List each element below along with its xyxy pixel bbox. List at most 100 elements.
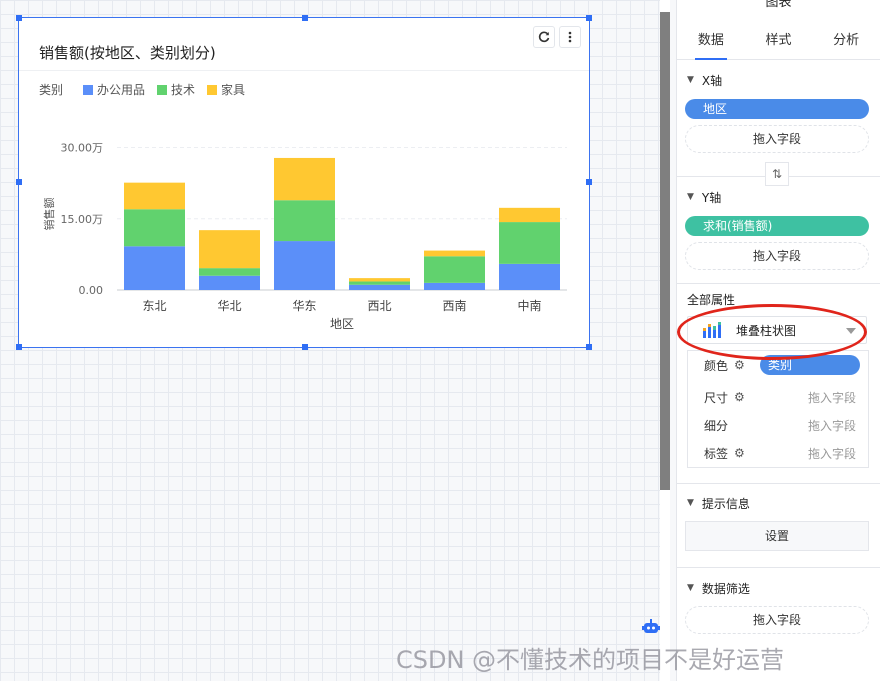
- bar-segment: [499, 207, 560, 223]
- gear-icon[interactable]: ⚙: [734, 446, 745, 460]
- y-axis-header[interactable]: ▼ Y轴: [677, 185, 880, 209]
- bar-segment: [124, 209, 185, 247]
- prop-row-label[interactable]: 标签 ⚙ 拖入字段: [704, 443, 864, 463]
- chevron-down-icon: ▼: [687, 192, 694, 202]
- bar-segment: [424, 282, 485, 290]
- watermark: CSDN @不懂技术的项目不是好运营: [396, 646, 785, 674]
- prop-label: 颜色: [704, 358, 729, 373]
- bar-segment: [349, 278, 410, 282]
- drop-hint: 拖入字段: [807, 390, 856, 405]
- prop-label: 标签: [704, 446, 729, 461]
- chevron-down-icon: ▼: [687, 583, 694, 593]
- drop-hint: 拖入字段: [807, 446, 856, 461]
- divider: [677, 567, 880, 568]
- legend-swatch: [157, 84, 168, 95]
- bar-segment: [424, 250, 485, 257]
- bar-segment: [349, 281, 410, 285]
- panel-tabs: 数据 样式 分析: [677, 22, 880, 60]
- x-tick-label: 华北: [217, 299, 241, 313]
- bar-segment: [199, 268, 260, 276]
- chevron-down-icon: ▼: [687, 498, 694, 508]
- legend-swatch: [207, 84, 218, 95]
- divider: [677, 283, 880, 284]
- bar-segment: [499, 222, 560, 264]
- legend-swatch: [83, 84, 94, 95]
- y-axis-title: 销售额: [42, 198, 56, 231]
- bar-segment: [349, 284, 410, 290]
- props-box: 颜色 ⚙ 类别 尺寸 ⚙ 拖入字段 细分 拖入字段 标签 ⚙ 拖入字段: [687, 350, 869, 468]
- refresh-icon[interactable]: [533, 26, 555, 48]
- more-vertical-icon[interactable]: [559, 26, 581, 48]
- y-tick-label: 15.00万: [61, 213, 104, 226]
- x-axis-section: ▼ X轴: [677, 68, 880, 92]
- x-tick-label: 华东: [292, 299, 316, 313]
- chart-widget[interactable]: 销售额(按地区、类别划分) 类别 办公用品 技术 家具 0.00 15.00万 30…: [16, 15, 592, 350]
- y-axis-field-pill[interactable]: 求和(销售额): [685, 216, 869, 236]
- robot-icon[interactable]: [640, 616, 662, 638]
- x-axis-header[interactable]: ▼ X轴: [677, 68, 880, 92]
- canvas-scrollbar[interactable]: [660, 12, 670, 490]
- red-highlight-ellipse: [677, 304, 867, 360]
- gear-icon[interactable]: ⚙: [734, 390, 745, 404]
- prop-row-detail[interactable]: 细分 拖入字段: [704, 415, 864, 435]
- y-tick-label: 0.00: [79, 284, 104, 297]
- x-tick-label: 中南: [517, 298, 541, 313]
- tooltip-label: 提示信息: [701, 496, 750, 511]
- chevron-down-icon: ▼: [687, 75, 694, 85]
- bar-segment: [124, 246, 185, 290]
- stacked-bar-chart: 0.00 15.00万 30.00万销售额东北 华北 华东 西北 西南 中南地区: [42, 142, 567, 331]
- tooltip-settings-button[interactable]: 设置: [685, 521, 869, 551]
- divider: [677, 483, 880, 484]
- bar-segment: [124, 182, 185, 210]
- resize-handle-tr[interactable]: [586, 15, 592, 21]
- chart-legend: 类别 办公用品 技术 家具: [39, 81, 257, 98]
- legend-label: 技术: [171, 83, 196, 97]
- resize-handle-br[interactable]: [586, 344, 592, 350]
- x-axis-title: 地区: [330, 317, 354, 331]
- prop-label: 尺寸: [704, 390, 729, 405]
- legend-item[interactable]: 技术: [157, 81, 195, 98]
- legend-title: 类别: [39, 83, 64, 97]
- y-tick-label: 30.00万: [61, 142, 104, 155]
- swap-vertical-icon[interactable]: ⇅: [765, 162, 789, 186]
- resize-handle-bm[interactable]: [302, 344, 308, 350]
- y-axis-label: Y轴: [701, 190, 722, 205]
- y-axis-drop-zone[interactable]: 拖入字段: [685, 242, 869, 270]
- filter-label: 数据筛选: [701, 581, 750, 596]
- panel-title: 图表: [765, 0, 792, 10]
- bar-segment: [274, 200, 335, 242]
- prop-label: 细分: [704, 418, 729, 433]
- y-axis-section: ▼ Y轴: [677, 185, 880, 209]
- resize-handle-tm[interactable]: [302, 15, 308, 21]
- tooltip-header[interactable]: ▼ 提示信息: [677, 491, 880, 515]
- bar-segment: [199, 230, 260, 269]
- filter-header[interactable]: ▼ 数据筛选: [677, 576, 880, 600]
- tab-data[interactable]: 数据: [677, 22, 745, 60]
- x-axis-label: X轴: [701, 73, 723, 88]
- legend-label: 办公用品: [97, 83, 146, 97]
- bar-segment: [499, 263, 560, 290]
- x-tick-label: 东北: [142, 299, 166, 313]
- x-tick-label: 西北: [367, 299, 391, 313]
- title-divider: [19, 70, 589, 71]
- resize-handle-bl[interactable]: [16, 344, 22, 350]
- bar-segment: [274, 157, 335, 201]
- chart-title: 销售额(按地区、类别划分): [39, 44, 216, 62]
- x-axis-drop-zone[interactable]: 拖入字段: [685, 125, 869, 153]
- tooltip-section: ▼ 提示信息: [677, 491, 880, 515]
- prop-row-size[interactable]: 尺寸 ⚙ 拖入字段: [704, 387, 864, 407]
- drop-hint: 拖入字段: [807, 418, 856, 433]
- resize-handle-tl[interactable]: [16, 15, 22, 21]
- tab-analysis[interactable]: 分析: [812, 22, 880, 59]
- legend-item[interactable]: 家具: [207, 81, 245, 98]
- gear-icon[interactable]: ⚙: [734, 358, 745, 372]
- filter-section: ▼ 数据筛选: [677, 576, 880, 600]
- bar-segment: [199, 275, 260, 290]
- legend-item[interactable]: 办公用品: [83, 81, 145, 98]
- filter-drop-zone[interactable]: 拖入字段: [685, 606, 869, 634]
- x-axis-field-pill[interactable]: 地区: [685, 99, 869, 119]
- tab-style[interactable]: 样式: [745, 22, 813, 59]
- legend-label: 家具: [221, 83, 246, 97]
- bar-segment: [424, 256, 485, 283]
- bar-segment: [274, 241, 335, 290]
